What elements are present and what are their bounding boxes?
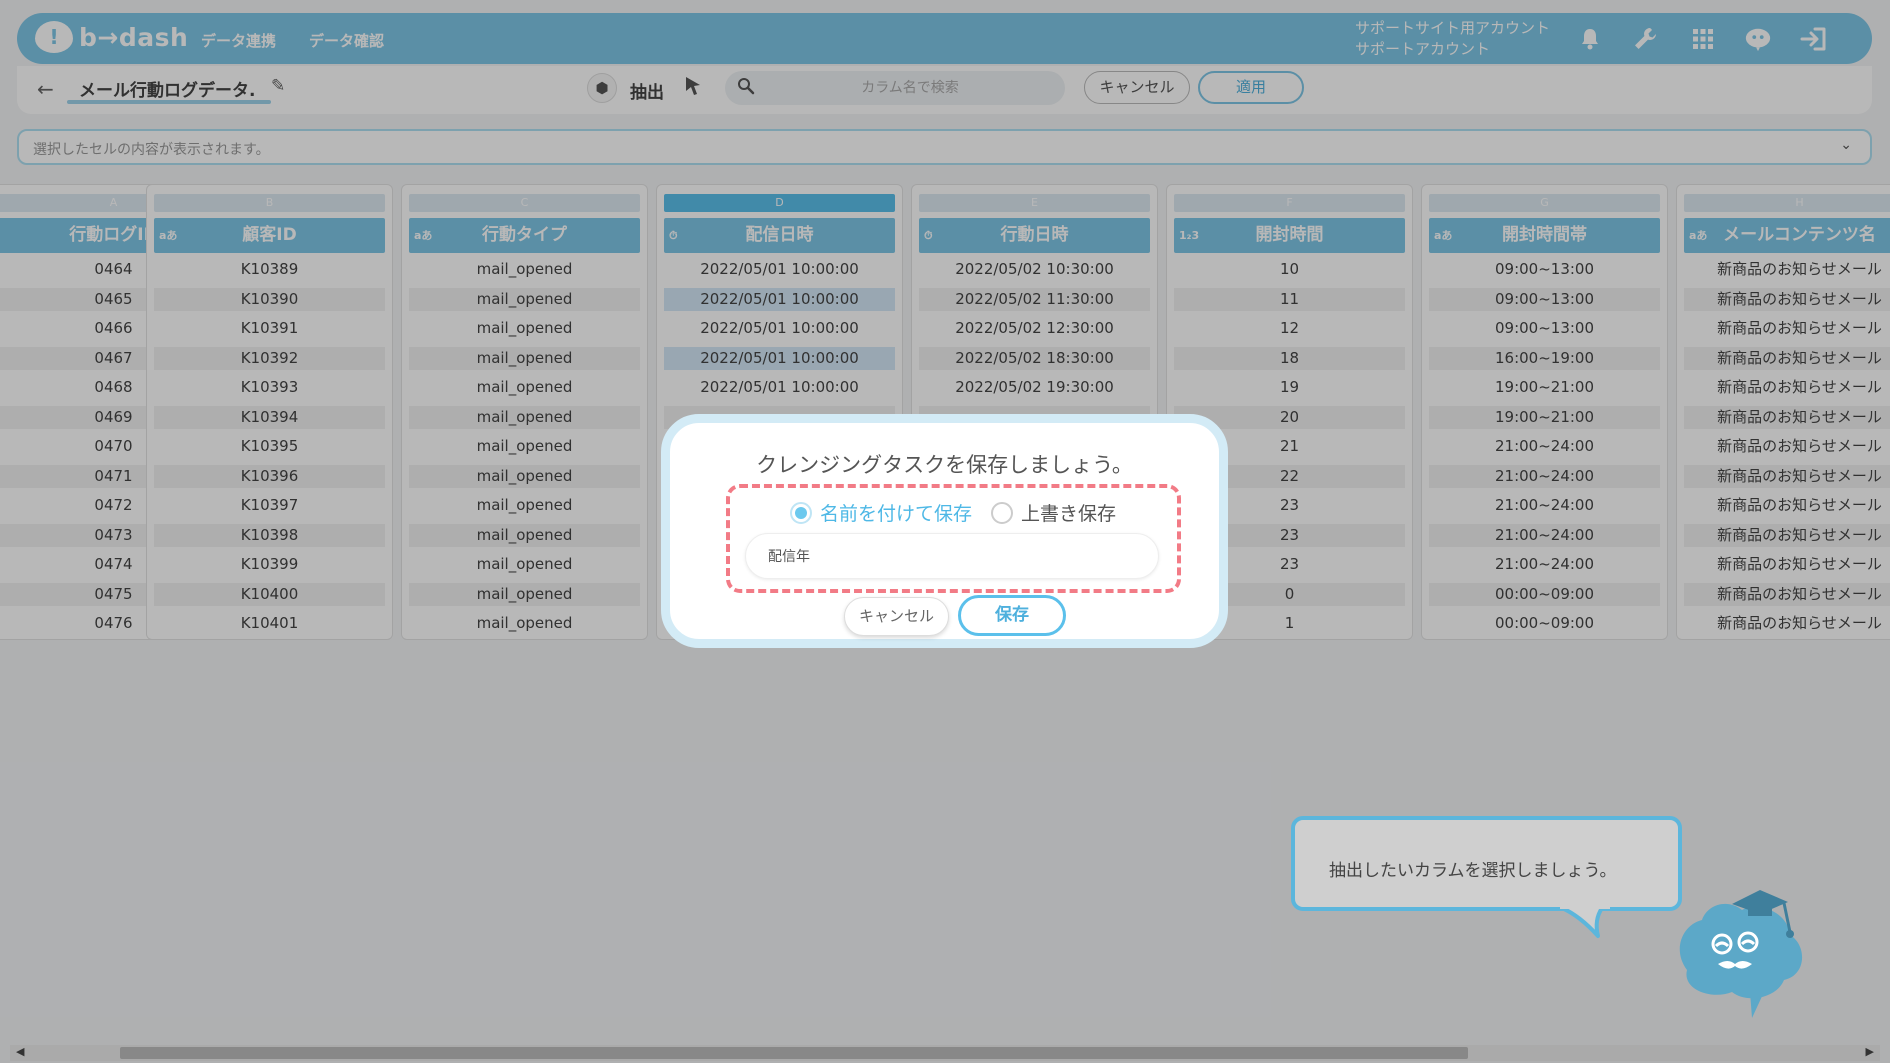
radio-save-as-new[interactable]: 名前を付けて保存	[790, 499, 972, 526]
scroll-left-arrow-icon[interactable]: ◀	[16, 1045, 24, 1058]
scrollbar-thumb[interactable]	[120, 1047, 1468, 1059]
radio-overwrite[interactable]: 上書き保存	[991, 499, 1116, 526]
task-name-field[interactable]	[745, 533, 1159, 579]
radio-overwrite-label: 上書き保存	[1021, 503, 1117, 525]
guide-text: 抽出したいカラムを選択しましょう。	[1329, 861, 1617, 881]
horizontal-scrollbar[interactable]: ◀ ▶	[10, 1045, 1880, 1061]
modal-cancel-button[interactable]: キャンセル	[844, 597, 949, 636]
scroll-right-arrow-icon[interactable]: ▶	[1866, 1045, 1874, 1058]
radio-save-as-new-label: 名前を付けて保存	[820, 503, 973, 525]
mascot-character-icon[interactable]	[1672, 880, 1822, 1020]
speech-bubble-tail	[1560, 906, 1610, 938]
radio-unselected-indicator	[991, 501, 1013, 524]
save-task-modal: クレンジングタスクを保存しましょう。 名前を付けて保存 上書き保存 キャンセル …	[661, 414, 1228, 648]
radio-selected-indicator	[790, 501, 812, 524]
guide-speech-bubble: 抽出したいカラムを選択しましょう。	[1291, 816, 1682, 911]
modal-title: クレンジングタスクを保存しましょう。	[756, 453, 1133, 477]
modal-save-button[interactable]: 保存	[958, 595, 1066, 636]
